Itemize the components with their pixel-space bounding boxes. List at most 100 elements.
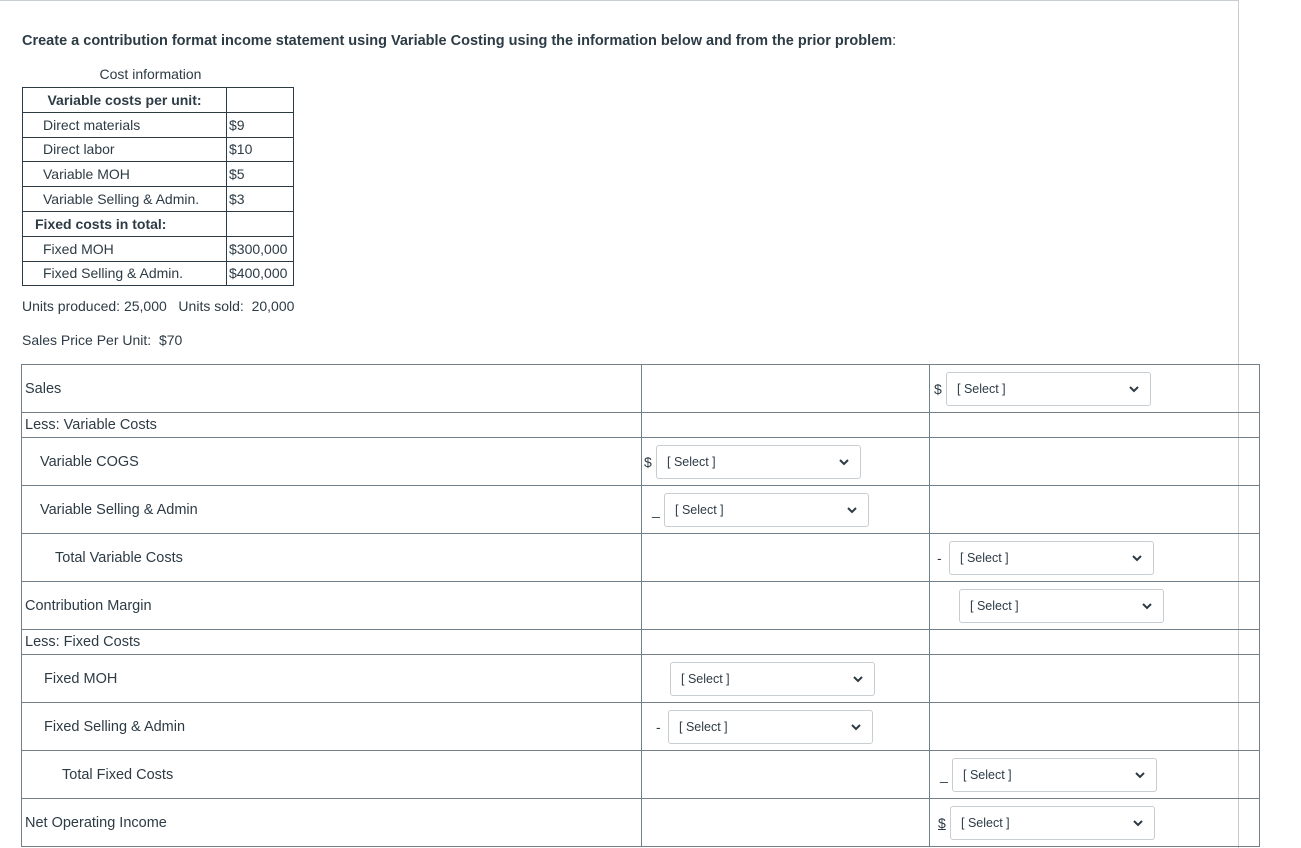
cost-row: Fixed costs in total:: [22, 210, 294, 237]
chevron-down-icon: [1135, 771, 1145, 778]
currency-prefix: $: [934, 380, 942, 397]
select-group: - [ Select ]: [937, 540, 1154, 575]
select-placeholder: [ Select ]: [961, 815, 1010, 830]
statement-row-total-fixed-costs: Total Fixed Costs _ [ Select ]: [21, 750, 1260, 799]
cost-label: Fixed MOH: [22, 235, 227, 262]
row-label: Fixed MOH: [21, 654, 642, 703]
cost-label: Variable MOH: [22, 161, 227, 188]
select-placeholder: [ Select ]: [675, 502, 724, 517]
select-group: [ Select ]: [947, 588, 1164, 623]
cost-label: Fixed costs in total:: [22, 210, 227, 237]
total-column: $ [ Select ]: [929, 364, 1260, 413]
total-column: [929, 629, 1260, 655]
variable-cogs-select[interactable]: [ Select ]: [656, 444, 861, 479]
statement-row-net-operating-income: Net Operating Income $ [ Select ]: [21, 798, 1260, 847]
select-placeholder: [ Select ]: [679, 719, 728, 734]
total-column: _ [ Select ]: [929, 750, 1260, 799]
currency-prefix: $: [644, 453, 652, 470]
statement-row-less-variable-costs: Less: Variable Costs: [21, 412, 1260, 438]
select-group: $ [ Select ]: [938, 805, 1155, 840]
currency-prefix: _: [652, 501, 660, 518]
cost-value: $3: [226, 186, 294, 212]
select-placeholder: [ Select ]: [681, 671, 730, 686]
statement-row-contribution-margin: Contribution Margin [ Select ]: [21, 581, 1260, 630]
amount-column: [641, 364, 930, 413]
cost-value: [226, 210, 294, 237]
cost-value: [226, 87, 294, 113]
fixed-moh-select[interactable]: [ Select ]: [670, 661, 875, 696]
cost-label: Variable costs per unit:: [22, 87, 227, 113]
cost-value: $400,000: [226, 260, 294, 287]
sales-price-info: Sales Price Per Unit: $70: [22, 332, 183, 348]
sales-select[interactable]: [ Select ]: [946, 371, 1151, 406]
cost-value: $9: [226, 111, 294, 138]
cost-information-table: Variable costs per unit: Direct material…: [22, 87, 294, 287]
contribution-margin-select[interactable]: [ Select ]: [959, 588, 1164, 623]
statement-row-variable-cogs: Variable COGS $ [ Select ]: [21, 437, 1260, 486]
income-statement-table: Sales $[ Select ] Less: Variable Costs Vari…: [21, 364, 1260, 847]
cost-label: Direct labor: [22, 136, 227, 163]
cost-value: $300,000: [226, 235, 294, 262]
select-placeholder: [ Select ]: [957, 381, 1006, 396]
row-label: Contribution Margin: [21, 581, 642, 630]
chevron-down-icon: [1129, 385, 1139, 392]
select-group: _ [ Select ]: [940, 757, 1157, 792]
select-group: [ Select ]: [658, 661, 875, 696]
select-group: $ [ Select ]: [644, 444, 861, 479]
select-group: $ [ Select ]: [934, 371, 1151, 406]
cost-label: Fixed Selling & Admin.: [22, 260, 227, 287]
currency-prefix: $: [938, 814, 946, 831]
total-column: [929, 702, 1260, 751]
total-column: [929, 412, 1260, 438]
net-operating-income-select[interactable]: [ Select ]: [950, 805, 1155, 840]
cost-label: Direct materials: [22, 111, 227, 138]
row-label: Total Fixed Costs: [21, 750, 642, 799]
cost-row: Variable costs per unit:: [22, 87, 294, 113]
cost-label: Variable Selling & Admin.: [22, 186, 227, 212]
statement-row-sales: Sales $ [ Select ]: [21, 364, 1260, 413]
currency-prefix: _: [940, 766, 948, 783]
select-group: _ [ Select ]: [652, 492, 869, 527]
total-column: $ [ Select ]: [929, 798, 1260, 847]
row-label: Variable Selling & Admin: [21, 485, 642, 534]
chevron-down-icon: [1142, 602, 1152, 609]
total-column: [929, 437, 1260, 486]
prompt-text: Create a contribution format income stat…: [22, 33, 893, 49]
select-placeholder: [ Select ]: [970, 598, 1019, 613]
chevron-down-icon: [853, 675, 863, 682]
cost-row: Fixed MOH $300,000: [22, 235, 294, 262]
total-fixed-costs-select[interactable]: [ Select ]: [952, 757, 1157, 792]
total-column: - [ Select ]: [929, 533, 1260, 582]
row-label: Variable COGS: [21, 437, 642, 486]
amount-column: - [ Select ]: [641, 702, 930, 751]
amount-column: [641, 412, 930, 438]
row-label: Less: Variable Costs: [21, 412, 642, 438]
statement-row-fixed-moh: Fixed MOH [ Select ]: [21, 654, 1260, 703]
select-placeholder: [ Select ]: [960, 550, 1009, 565]
amount-column: [ Select ]: [641, 654, 930, 703]
amount-column: _ [ Select ]: [641, 485, 930, 534]
cost-row: Direct materials $9: [22, 111, 294, 138]
question-prompt: Create a contribution format income stat…: [22, 33, 896, 49]
chevron-down-icon: [1133, 819, 1143, 826]
row-label: Fixed Selling & Admin: [21, 702, 642, 751]
chevron-down-icon: [839, 458, 849, 465]
total-column: [929, 485, 1260, 534]
amount-column: [641, 798, 930, 847]
statement-row-variable-selling-admin: Variable Selling & Admin _ [ Select ]: [21, 485, 1260, 534]
variable-selling-admin-select[interactable]: [ Select ]: [664, 492, 869, 527]
fixed-selling-admin-select[interactable]: [ Select ]: [668, 709, 873, 744]
row-label: Total Variable Costs: [21, 533, 642, 582]
cost-row: Fixed Selling & Admin. $400,000: [22, 260, 294, 287]
row-label: Less: Fixed Costs: [21, 629, 642, 655]
cost-row: Variable MOH $5: [22, 161, 294, 188]
chevron-down-icon: [1132, 554, 1142, 561]
row-label: Sales: [21, 364, 642, 413]
units-info: Units produced: 25,000 Units sold: 20,00…: [22, 298, 295, 314]
amount-column: [641, 629, 930, 655]
cost-value: $10: [226, 136, 294, 163]
chevron-down-icon: [847, 506, 857, 513]
row-label: Net Operating Income: [21, 798, 642, 847]
total-variable-costs-select[interactable]: [ Select ]: [949, 540, 1154, 575]
total-column: [ Select ]: [929, 581, 1260, 630]
